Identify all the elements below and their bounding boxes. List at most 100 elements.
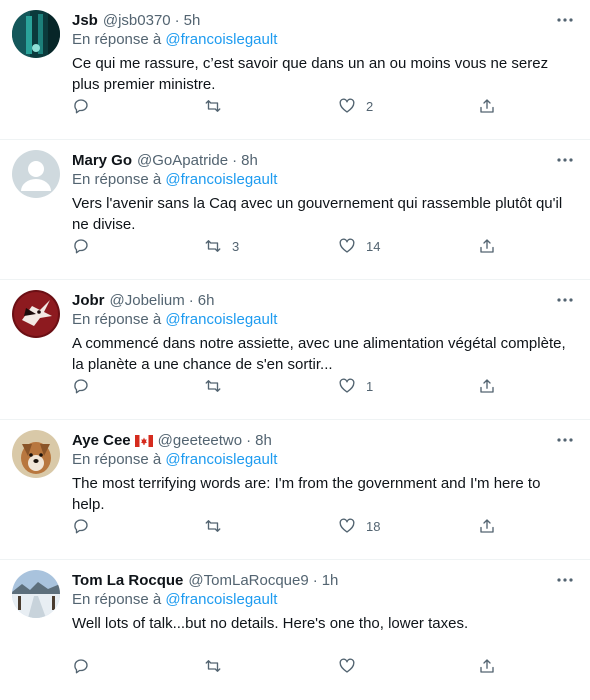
replying-to-label: En réponse à: [72, 171, 162, 188]
reply-button[interactable]: [72, 234, 100, 258]
timestamp[interactable]: 6h: [198, 292, 215, 309]
author-handle[interactable]: @GoApatride: [137, 152, 228, 169]
avatar[interactable]: [12, 150, 60, 198]
heart-icon: [339, 238, 355, 253]
retweet-button[interactable]: 3: [204, 234, 239, 258]
timestamp[interactable]: 1h: [322, 572, 339, 589]
like-button[interactable]: 1: [338, 374, 373, 398]
heart-icon: [339, 658, 355, 673]
share-icon: [480, 659, 494, 673]
like-button[interactable]: [338, 654, 366, 678]
author-name[interactable]: Jsb: [72, 12, 98, 29]
mention-link[interactable]: @francoislegault: [165, 311, 277, 328]
replying-to-label: En réponse à: [72, 31, 162, 48]
author-name[interactable]: Tom La Rocque: [72, 572, 183, 589]
avatar[interactable]: [12, 430, 60, 478]
replying-to-label: En réponse à: [72, 311, 162, 328]
tweet[interactable]: Mary Go @GoApatride · 8h En réponse à @f…: [0, 140, 590, 280]
reply-icon: [74, 659, 88, 674]
author-handle[interactable]: @jsb0370: [103, 12, 171, 29]
retweet-icon: [205, 240, 221, 252]
reply-button[interactable]: [72, 514, 100, 538]
more-options-icon[interactable]: [554, 10, 576, 30]
more-options-icon[interactable]: [554, 570, 576, 590]
author-handle[interactable]: @geeteetwo: [158, 432, 242, 449]
share-button[interactable]: [478, 234, 496, 258]
reply-button[interactable]: [72, 374, 100, 398]
separator-dot: ·: [312, 571, 318, 589]
share-icon: [480, 379, 494, 393]
share-icon: [480, 239, 494, 253]
tweet-actions: 18: [72, 514, 502, 538]
share-button[interactable]: [478, 374, 496, 398]
reply-icon: [74, 99, 88, 114]
share-button[interactable]: [478, 514, 496, 538]
tweet-actions: 3 14: [72, 234, 502, 258]
share-icon: [480, 99, 494, 113]
mention-link[interactable]: @francoislegault: [165, 451, 277, 468]
like-count: 18: [366, 518, 381, 534]
reply-button[interactable]: [72, 94, 100, 118]
retweet-button[interactable]: [204, 654, 232, 678]
author-name[interactable]: Mary Go: [72, 152, 132, 169]
share-button[interactable]: [478, 654, 496, 678]
tweet[interactable]: Jsb @jsb0370 · 5h En réponse à @francois…: [0, 0, 590, 140]
more-options-icon[interactable]: [554, 290, 576, 310]
author-handle[interactable]: @Jobelium: [110, 292, 185, 309]
timestamp[interactable]: 8h: [241, 152, 258, 169]
replying-to: En réponse à @francoislegault: [72, 451, 576, 471]
mention-link[interactable]: @francoislegault: [165, 171, 277, 188]
like-count: 1: [366, 378, 374, 394]
tweet-text: Well lots of talk...but no details. Here…: [72, 615, 469, 632]
tweet-text: A commencé dans notre assiette, avec une…: [72, 335, 566, 373]
retweet-icon: [205, 660, 221, 672]
replying-to: En réponse à @francoislegault: [72, 31, 576, 51]
retweet-button[interactable]: [204, 94, 232, 118]
like-button[interactable]: 18: [338, 514, 380, 538]
heart-icon: [339, 98, 355, 113]
heart-icon: [339, 378, 355, 393]
timestamp[interactable]: 8h: [255, 432, 272, 449]
like-button[interactable]: 14: [338, 234, 380, 258]
tweet-text: Vers l'avenir sans la Caq avec un gouver…: [72, 195, 563, 233]
share-icon: [480, 519, 494, 533]
retweet-icon: [205, 520, 221, 532]
timestamp[interactable]: 5h: [184, 12, 201, 29]
reply-feed: Jsb @jsb0370 · 5h En réponse à @francois…: [0, 0, 590, 700]
replying-to-label: En réponse à: [72, 451, 162, 468]
replying-to: En réponse à @francoislegault: [72, 591, 576, 611]
reply-icon: [74, 379, 88, 394]
replying-to: En réponse à @francoislegault: [72, 311, 576, 331]
reply-icon: [74, 239, 88, 254]
tweet[interactable]: Jobr @Jobelium · 6h En réponse à @franco…: [0, 280, 590, 420]
avatar[interactable]: [12, 290, 60, 338]
tweet-text: Ce qui me rassure, c’est savoir que dans…: [72, 55, 549, 93]
retweet-icon: [205, 380, 221, 392]
author-name[interactable]: Aye Cee: [72, 432, 131, 449]
author-handle[interactable]: @TomLaRocque9: [188, 572, 308, 589]
retweet-icon: [205, 100, 221, 112]
replying-to-label: En réponse à: [72, 591, 162, 608]
heart-icon: [339, 518, 355, 533]
share-button[interactable]: [478, 94, 496, 118]
retweet-button[interactable]: [204, 514, 232, 538]
replying-to: En réponse à @francoislegault: [72, 171, 576, 191]
canada-flag-icon: [134, 434, 153, 447]
more-options-icon[interactable]: [554, 430, 576, 450]
tweet[interactable]: Tom La Rocque @TomLaRocque9 · 1h En répo…: [0, 560, 590, 700]
tweet-actions: [72, 654, 502, 678]
separator-dot: ·: [232, 151, 238, 169]
reply-button[interactable]: [72, 654, 100, 678]
tweet-actions: 2: [72, 94, 502, 118]
separator-dot: ·: [246, 431, 252, 449]
avatar[interactable]: [12, 10, 60, 58]
like-button[interactable]: 2: [338, 94, 373, 118]
like-count: 2: [366, 98, 374, 114]
tweet[interactable]: Aye Cee @geeteetwo · 8h En réponse à @fr…: [0, 420, 590, 560]
author-name[interactable]: Jobr: [72, 292, 105, 309]
mention-link[interactable]: @francoislegault: [165, 31, 277, 48]
retweet-button[interactable]: [204, 374, 232, 398]
mention-link[interactable]: @francoislegault: [165, 591, 277, 608]
more-options-icon[interactable]: [554, 150, 576, 170]
avatar[interactable]: [12, 570, 60, 618]
